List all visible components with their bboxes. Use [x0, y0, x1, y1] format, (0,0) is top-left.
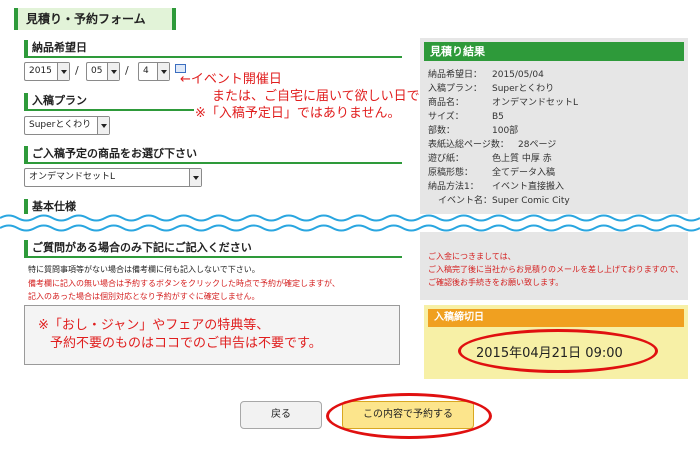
date-separator: / [75, 64, 79, 77]
estimate-row: 部数： 100部 [428, 124, 578, 138]
plan-select[interactable]: Superとくわり [24, 116, 110, 135]
row-key: 遊び紙： [428, 154, 465, 164]
row-key: 入稿プラン： [428, 84, 483, 94]
estimate-heading: 見積り結果 [424, 42, 684, 61]
row-key: サイズ： [428, 112, 464, 122]
estimate-row: 遊び紙： 色上質 中厚 赤 [428, 152, 578, 166]
chevron-down-icon [189, 169, 201, 186]
product-heading: ご入稿予定の商品をお選び下さい [24, 146, 402, 164]
row-value: 28ページ [518, 140, 557, 150]
row-value: 色上質 中厚 赤 [492, 154, 552, 164]
plan-heading: 入稿プラン [24, 93, 194, 111]
month-value: 05 [91, 66, 103, 76]
row-value: オンデマンドセットL [492, 98, 579, 108]
questions-heading: ご質問がある場合のみ下記にご記入ください [24, 240, 402, 258]
date-separator: / [125, 64, 129, 77]
row-key: 原稿形態： [428, 168, 474, 178]
product-select[interactable]: オンデマンドセットL [24, 168, 202, 187]
product-value: オンデマンドセットL [29, 172, 116, 182]
date-annotation-2: または、ご自宅に届いて欲しい日です。 [212, 89, 445, 104]
chevron-down-icon [97, 117, 109, 134]
textarea-annotation-1: ※「おし・ジャン」やフェアの特典等、 [38, 318, 270, 333]
row-key: 商品名： [428, 98, 465, 108]
remarks-textarea[interactable] [24, 305, 400, 365]
estimate-row: 入稿プラン： Superとくわり [428, 82, 578, 96]
estimate-row: 納品希望日： 2015/05/04 [428, 68, 578, 82]
estimate-row: 納品方法1： イベント直接搬入 [428, 180, 578, 194]
questions-note: 特に質問事項等がない場合は備考欄に何も記入しないで下さい。 [28, 265, 260, 274]
date-annotation-3: ※「入稿予定日」ではありません。 [195, 106, 401, 121]
event-key: イベント名： [438, 196, 493, 206]
deadline-heading: 入稿締切日 [428, 309, 684, 327]
estimate-event-row: イベント名： Super Comic City [428, 194, 578, 208]
estimate-row: 商品名： オンデマンドセットL [428, 96, 578, 110]
deadline-highlight-ellipse [458, 329, 658, 373]
row-value: 2015/05/04 [492, 70, 544, 80]
payment-note-3: ご確認後お手続きをお願い致します。 [428, 278, 564, 287]
date-annotation-1: ←イベント開催日 [180, 72, 282, 87]
reserve-highlight-ellipse [326, 393, 492, 439]
chevron-down-icon [157, 63, 169, 80]
row-key: 部数： [428, 126, 456, 136]
payment-note-2: ご入稿完了後に当社からお見積りのメールを差し上げておりますので、 [428, 265, 684, 274]
plan-value: Superとくわり [29, 120, 92, 130]
row-key: 納品希望日： [428, 70, 483, 80]
questions-warning-2: 記入のあった場合は個別対応となり予約がすぐに確定しません。 [28, 292, 260, 301]
payment-note-1: ご入金につきましては、 [428, 252, 516, 261]
delivery-date-heading: 納品希望日 [24, 40, 402, 58]
estimate-row: 表紙込総ページ数： 28ページ [428, 138, 578, 152]
form-title-tab: 見積り・予約フォーム [14, 8, 176, 30]
month-select[interactable]: 05 [86, 62, 120, 81]
row-key: 表紙込総ページ数： [428, 140, 509, 150]
questions-warning-1: 備考欄に記入の無い場合は予約するボタンをクリックした時点で予約が確定しますが、 [28, 279, 340, 288]
row-value: 全てデータ入稿 [492, 168, 556, 178]
estimate-row: サイズ： B5 [428, 110, 578, 124]
day-value: 4 [143, 66, 149, 76]
year-value: 2015 [29, 66, 52, 76]
event-value: Super Comic City [492, 196, 570, 206]
back-button[interactable]: 戻る [240, 401, 322, 429]
estimate-row: 原稿形態： 全てデータ入稿 [428, 166, 578, 180]
day-select[interactable]: 4 [138, 62, 170, 81]
row-value: Superとくわり [492, 84, 555, 94]
chevron-down-icon [107, 63, 119, 80]
estimate-rows: 納品希望日： 2015/05/04 入稿プラン： Superとくわり 商品名： オンデ… [428, 68, 578, 208]
row-key: 納品方法1： [428, 182, 479, 192]
textarea-annotation-2: 予約不要のものはココでのご申告は不要です。 [50, 336, 322, 351]
year-select[interactable]: 2015 [24, 62, 70, 81]
row-value: B5 [492, 112, 504, 122]
row-value: 100部 [492, 126, 519, 136]
page-break-wave [0, 214, 700, 232]
row-value: イベント直接搬入 [492, 182, 565, 192]
chevron-down-icon [57, 63, 69, 80]
